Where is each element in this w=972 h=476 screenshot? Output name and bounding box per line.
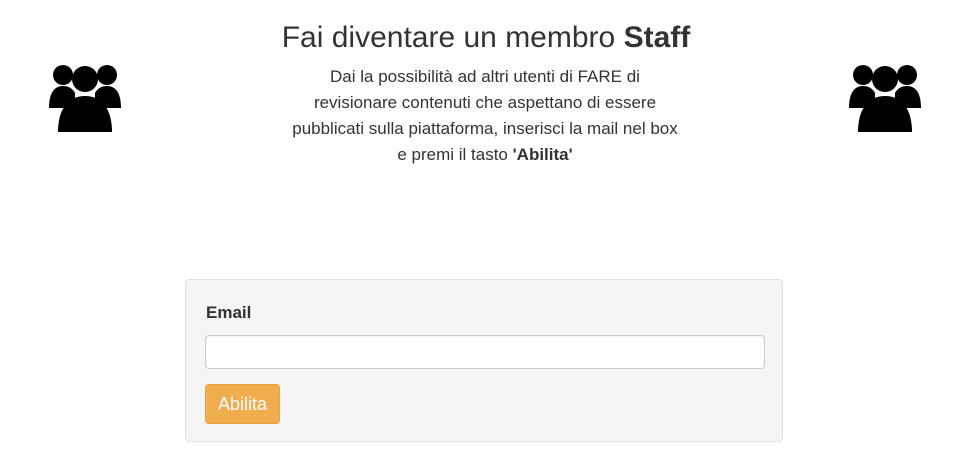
title-emphasis: Staff <box>623 21 691 54</box>
enable-button[interactable]: Abilita <box>205 384 280 424</box>
email-label: Email <box>206 303 252 322</box>
users-icon <box>49 65 121 132</box>
description-emphasis: 'Abilita' <box>512 145 573 164</box>
page-title: Fai diventare un membro Staff <box>0 20 972 56</box>
title-text: Fai diventare un membro <box>281 21 616 54</box>
description-text: Dai la possibilità ad altri utenti di FA… <box>292 67 678 164</box>
email-input[interactable] <box>205 335 765 369</box>
page: Fai diventare un membro Staff Dai la pos… <box>0 0 972 476</box>
users-icon <box>849 65 921 132</box>
page-description: Dai la possibilità ad altri utenti di FA… <box>290 64 680 168</box>
staff-form-panel: Email Abilita <box>185 279 783 442</box>
